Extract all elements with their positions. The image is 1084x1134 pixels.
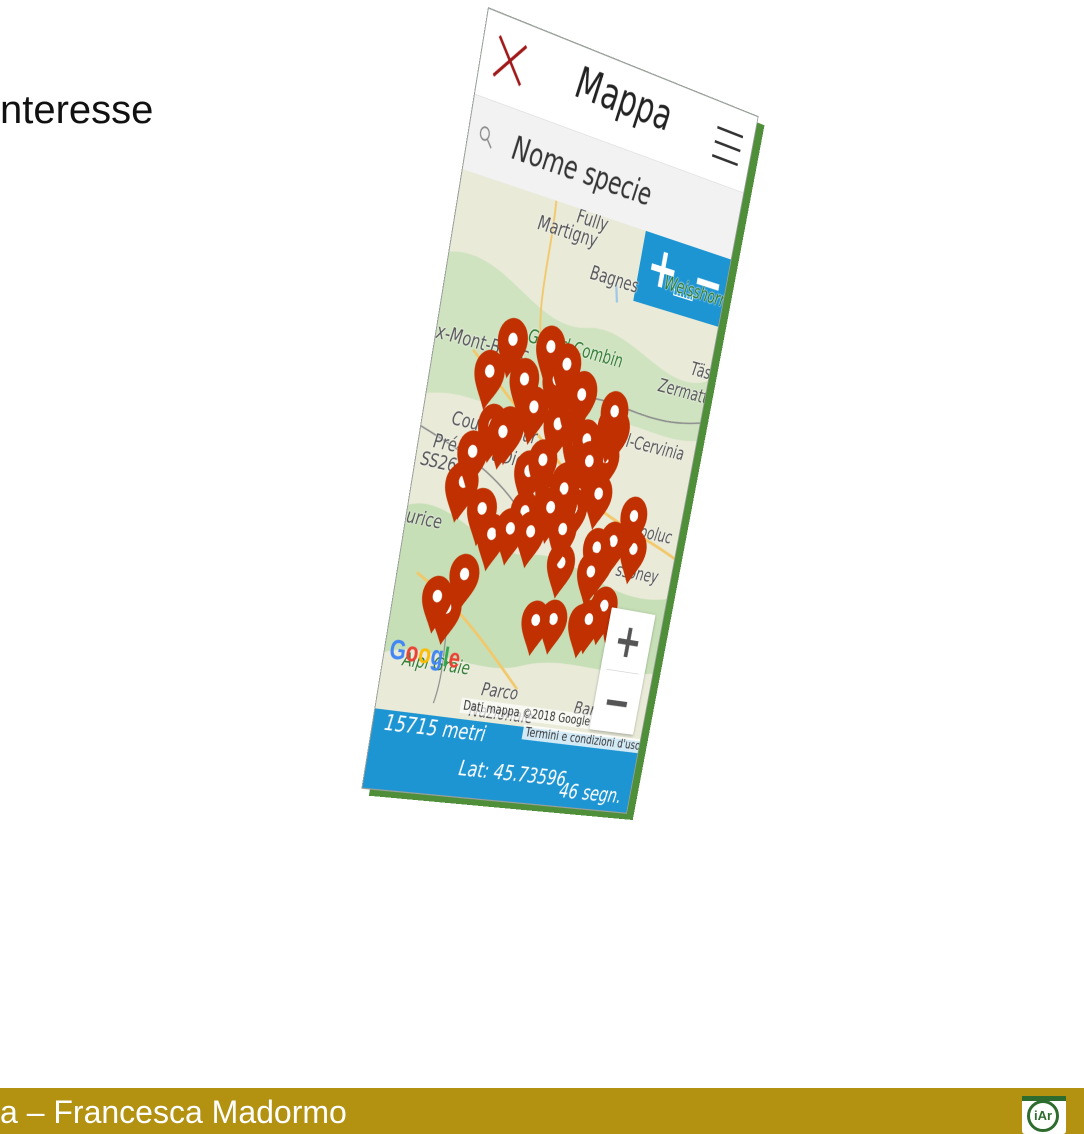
phone-app-screen: Mappa +: [361, 7, 758, 814]
logo-mark: iAr: [1027, 1100, 1059, 1132]
footer-author: a – Francesca Madormo: [0, 1094, 347, 1131]
search-icon: [476, 121, 497, 152]
map-view[interactable]: + − FullyMartignyBagnesWeisshornTäschGra…: [375, 169, 730, 741]
record-count: 46 segn.: [557, 779, 623, 808]
institution-logo: iAr: [1022, 1096, 1066, 1134]
slide-title: nteresse: [0, 88, 153, 133]
latitude-readout: Lat: 45.73596: [457, 756, 568, 791]
